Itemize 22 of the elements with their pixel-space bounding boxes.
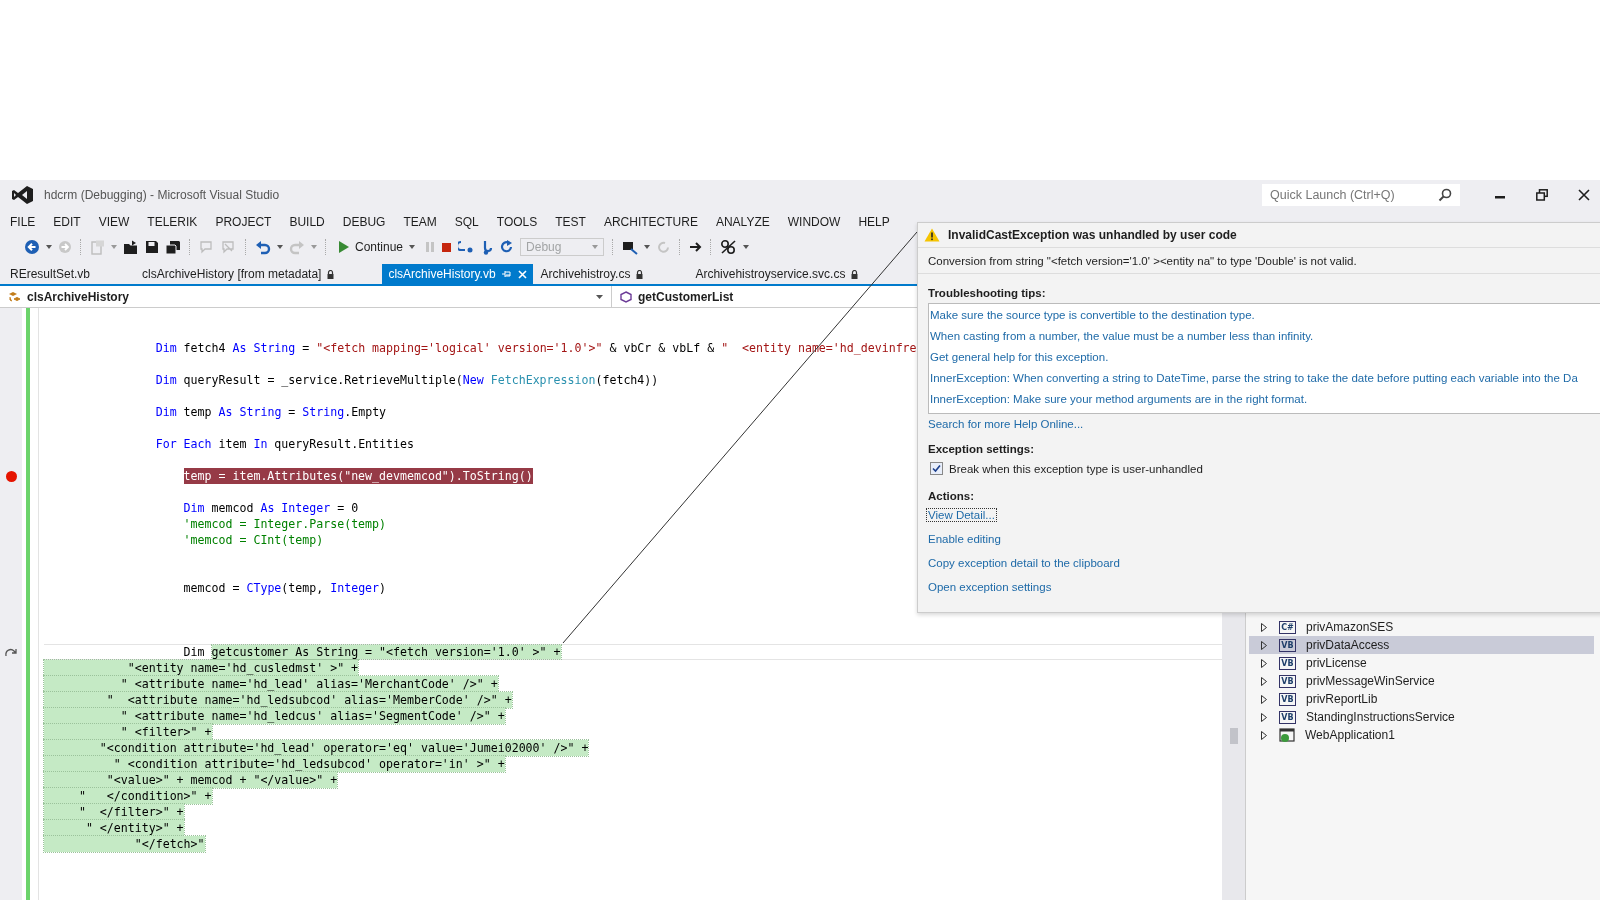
code-line: Dim queryResult = _service.RetrieveMultiple(New FetchExpression(fetch4)) <box>155 372 659 388</box>
code-line: Dim memcod As Integer = 0 <box>183 500 359 516</box>
code-line: Dim fetch4 As String = "<fetch mapping='logical' version='1.0'>" & vbCr & vbLf & " <entity name='hd_devinfre <box>155 340 917 356</box>
checkbox-label: Break when this exception type is user-unhandled <box>949 462 1203 475</box>
project-icon: VB <box>1279 638 1296 652</box>
code-line: 'memcod = Integer.Parse(temp) <box>183 516 387 532</box>
section-heading: Actions: <box>927 489 975 504</box>
project-icon: VB <box>1279 710 1296 724</box>
section-heading: Exception settings: <box>927 442 1036 457</box>
project-icon: VB <box>1279 674 1296 688</box>
project-icon: VB <box>1279 656 1296 670</box>
window-title: hdcrm (Debugging) - Microsoft Visual Studio <box>44 188 280 202</box>
section-heading: Troubleshooting tips: <box>927 286 1047 301</box>
code-line: memcod = CType(temp, Integer) <box>183 580 387 596</box>
exception-title: InvalidCastException was unhandled by user code <box>948 228 1237 242</box>
exception-message: Conversion from string "<fetch version='1.0' ><entity na" to type 'Double' is not valid. <box>918 248 1600 274</box>
project-icon: C# <box>1279 620 1296 634</box>
code-line: 'memcod = CInt(temp) <box>183 532 324 548</box>
code-line: For Each item In queryResult.Entities <box>155 436 414 452</box>
project-icon: VB <box>1279 692 1296 706</box>
code-line: Dim getcustomer As String = "<fetch version='1.0' >" + <box>183 644 561 660</box>
code-line: Dim temp As String = String.Empty <box>155 404 387 420</box>
